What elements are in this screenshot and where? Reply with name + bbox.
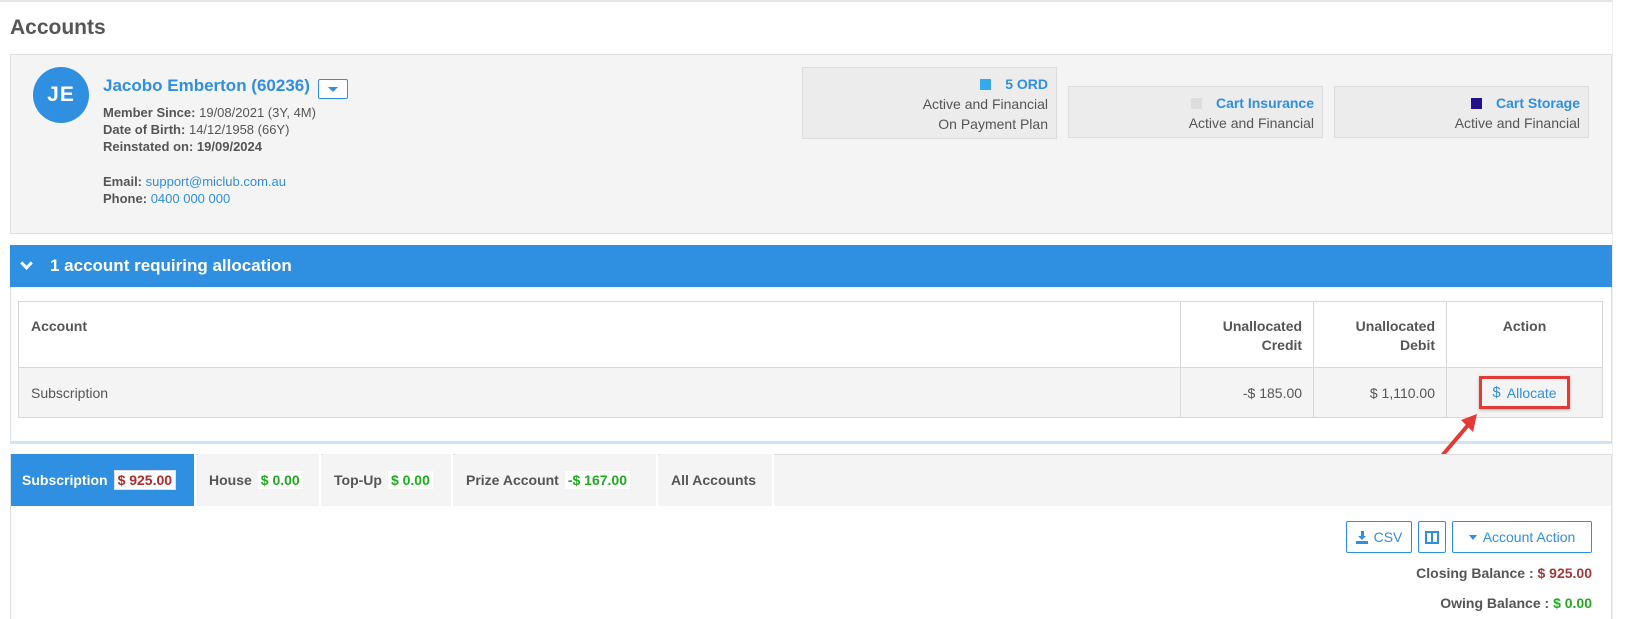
membership-title[interactable]: Cart Insurance (1216, 95, 1314, 111)
owing-balance-value: $ 0.00 (1553, 595, 1592, 611)
email-label: Email: (103, 174, 143, 189)
tab-prize-account[interactable]: Prize Account -$ 167.00 (455, 454, 658, 506)
table-row: Subscription -$ 185.00 $ 1,110.00 $ Allo… (17, 367, 1603, 418)
column-header-action: Action (1446, 301, 1603, 368)
email-row: Email: support@miclub.com.au (103, 174, 286, 189)
tab-label: Prize Account (466, 472, 559, 488)
csv-export-button[interactable]: CSV (1346, 521, 1412, 553)
download-icon (1355, 530, 1368, 544)
reinstated-value: 19/09/2024 (196, 139, 262, 154)
member-since-label: Member Since: (103, 105, 196, 120)
tab-label: House (209, 472, 252, 488)
columns-icon (1425, 530, 1439, 544)
tab-amount-badge: -$ 167.00 (564, 471, 631, 489)
dob-label: Date of Birth: (103, 122, 186, 137)
tab-amount-badge: $ 0.00 (257, 471, 303, 489)
membership-status: Active and Financial (1454, 115, 1580, 131)
account-action-dropdown[interactable]: Account Action (1452, 521, 1592, 553)
tab-label: All Accounts (671, 472, 757, 488)
cell-unallocated-credit: -$ 185.00 (1180, 367, 1315, 418)
tab-label: Top-Up (334, 472, 382, 488)
owing-balance: Owing Balance : $ 0.00 (1440, 595, 1592, 611)
membership-status: Active and Financial (922, 96, 1048, 112)
dob-row: Date of Birth: 14/12/1958 (66Y) (103, 122, 289, 137)
dob-value: 14/12/1958 (66Y) (188, 122, 290, 137)
tab-all-accounts[interactable]: All Accounts (660, 454, 774, 506)
chevron-down-icon (20, 257, 33, 270)
allocate-label: Allocate (1506, 384, 1557, 401)
reinstated-label: Reinstated on: (103, 139, 194, 154)
tab-amount-badge: $ 0.00 (387, 471, 433, 489)
closing-balance-value: $ 925.00 (1537, 565, 1593, 581)
top-border (0, 0, 1626, 2)
phone-label: Phone: (103, 191, 148, 206)
column-header-unallocated-debit: Unallocated Debit (1313, 301, 1448, 368)
member-since-value: 19/08/2021 (3Y, 4M) (199, 105, 316, 120)
page-title: Accounts (10, 16, 106, 39)
caret-down-icon (328, 86, 338, 92)
caret-down-icon (1468, 534, 1477, 540)
table-header-row: Account Unallocated Credit Unallocated Deb… (17, 301, 1603, 368)
allocation-header-text: 1 account requiring allocation (50, 256, 292, 275)
column-header-account: Account (17, 301, 1182, 368)
email-link[interactable]: support@miclub.com.au (146, 174, 286, 189)
cell-account: Subscription (17, 367, 1182, 418)
column-header-unallocated-credit: Unallocated Credit (1180, 301, 1315, 368)
member-since-row: Member Since: 19/08/2021 (3Y, 4M) (103, 105, 316, 120)
tab-label: Subscription (22, 472, 108, 488)
dollar-icon: $ (1492, 384, 1501, 401)
membership-plan: On Payment Plan (938, 116, 1048, 132)
member-menu-dropdown[interactable] (318, 79, 348, 99)
phone-link[interactable]: 0400 000 000 (151, 191, 231, 206)
member-name-link[interactable]: Jacobo Emberton (60236) (103, 76, 310, 96)
phone-row: Phone: 0400 000 000 (103, 191, 230, 206)
closing-balance-label: Closing Balance : (1416, 565, 1534, 581)
account-action-label: Account Action (1482, 529, 1576, 545)
status-square-icon (980, 79, 992, 90)
columns-toggle-button[interactable] (1418, 521, 1446, 553)
status-square-icon (1471, 98, 1483, 109)
avatar: JE (33, 67, 89, 123)
status-square-icon (1191, 98, 1203, 109)
tab-top-up[interactable]: Top-Up $ 0.00 (323, 454, 453, 506)
membership-card-cart-insurance[interactable]: Cart Insurance Active and Financial (1068, 86, 1323, 138)
csv-label: CSV (1373, 529, 1403, 545)
membership-title[interactable]: 5 ORD (1005, 76, 1048, 92)
closing-balance: Closing Balance : $ 925.00 (1416, 565, 1592, 581)
membership-status: Active and Financial (1188, 115, 1314, 131)
membership-title[interactable]: Cart Storage (1496, 95, 1580, 111)
tab-house[interactable]: House $ 0.00 (198, 454, 321, 506)
allocation-table: Account Unallocated Credit Unallocated Deb… (17, 301, 1603, 418)
allocation-panel-header[interactable]: 1 account requiring allocation (10, 245, 1612, 287)
scrollbar-track[interactable] (1612, 0, 1626, 619)
tab-subscription[interactable]: Subscription $ 925.00 (11, 454, 196, 506)
allocate-button[interactable]: $ Allocate (1479, 376, 1570, 409)
owing-balance-label: Owing Balance : (1440, 595, 1550, 611)
tab-amount-badge: $ 925.00 (113, 470, 177, 490)
membership-card-cart-storage[interactable]: Cart Storage Active and Financial (1334, 86, 1589, 138)
reinstated-row: Reinstated on: 19/09/2024 (103, 139, 262, 154)
membership-card-5ord[interactable]: 5 ORD Active and Financial On Payment Pl… (802, 67, 1057, 139)
